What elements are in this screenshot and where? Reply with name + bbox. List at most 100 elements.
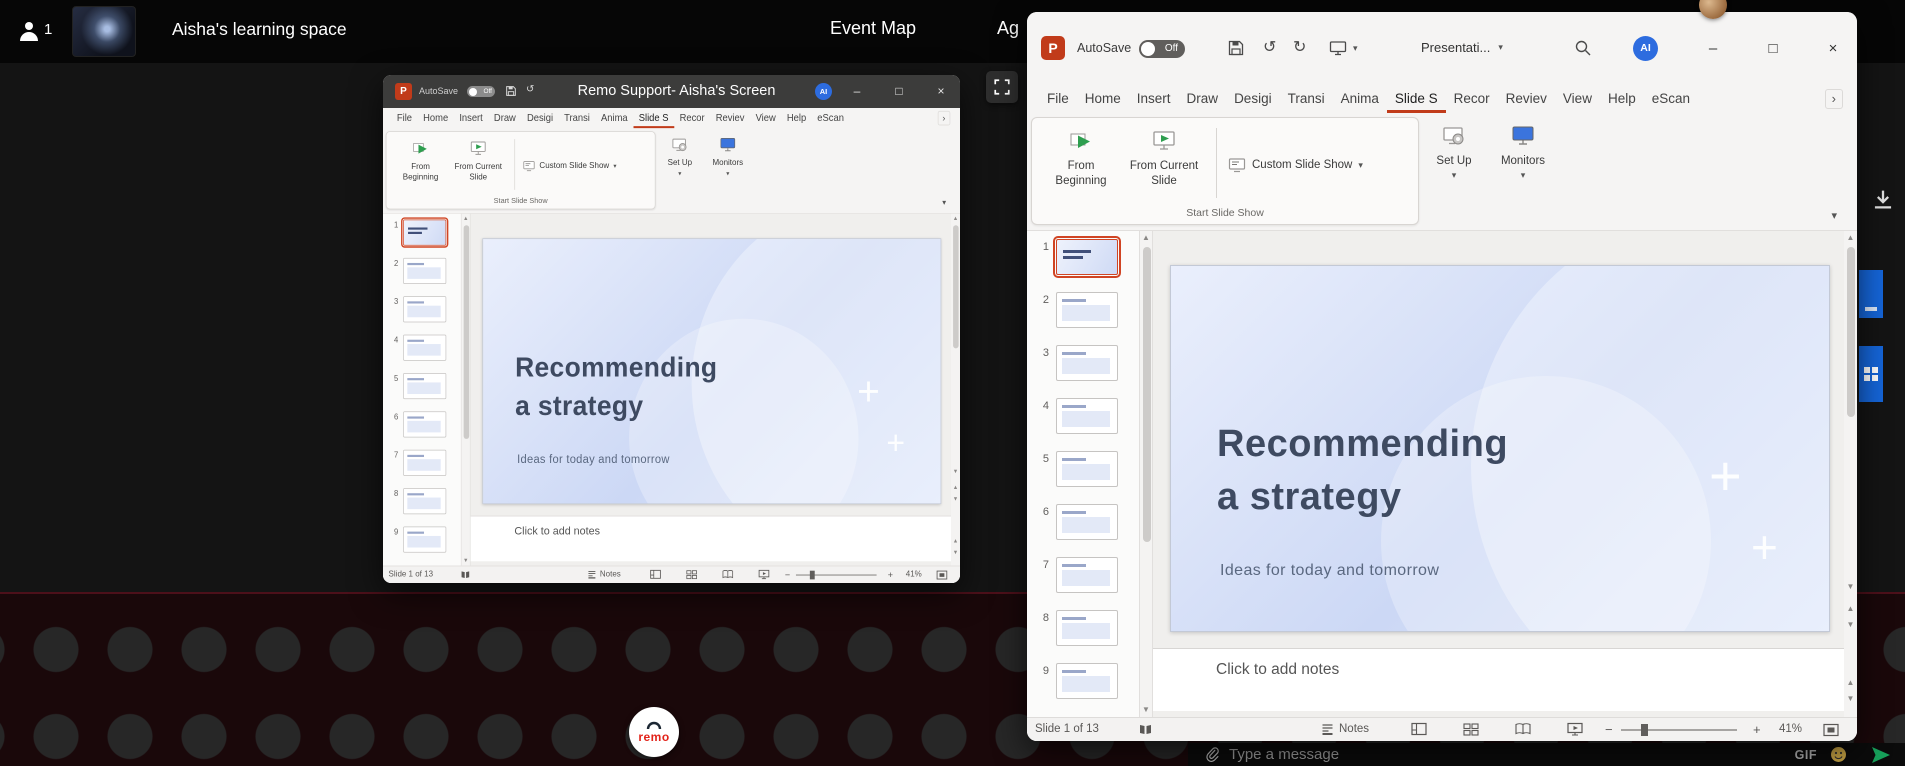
tab-escan[interactable]: eScan: [812, 108, 850, 128]
normal-view-button[interactable]: [650, 569, 661, 579]
undo-button[interactable]: ↺: [1263, 38, 1276, 58]
slide-thumbnail[interactable]: 8: [1027, 610, 1139, 660]
slide-subtitle[interactable]: Ideas for today and tomorrow: [517, 453, 669, 466]
save-icon[interactable]: [1227, 39, 1245, 57]
document-title[interactable]: Presentati... ▾: [1421, 40, 1503, 55]
tab-file[interactable]: File: [1039, 85, 1077, 113]
slide-scrollbar[interactable]: ▲ ▼ ▲ ▼ ▲ ▼: [1844, 231, 1857, 717]
tab-help[interactable]: Help: [1600, 85, 1644, 113]
monitors-button[interactable]: Monitors ▾: [706, 136, 750, 178]
slide-title[interactable]: Recommending a strategy: [1217, 418, 1508, 524]
nav-event-map[interactable]: Event Map: [830, 18, 916, 39]
tab-file[interactable]: File: [391, 108, 417, 128]
maximize-button[interactable]: □: [1749, 12, 1797, 85]
custom-slide-show-button[interactable]: Custom Slide Show ▾: [1228, 156, 1363, 174]
slide-thumbnail-image[interactable]: [1056, 504, 1118, 540]
slide-canvas[interactable]: + + Recommending a strategy Ideas for to…: [482, 238, 941, 504]
scroll-up-icon[interactable]: ▲: [1844, 232, 1857, 244]
fit-slide-to-window-button[interactable]: [1823, 723, 1839, 737]
slide-canvas[interactable]: + + Recommending a strategy Ideas for to…: [1170, 265, 1830, 632]
previous-slide-button[interactable]: ▲: [951, 483, 960, 492]
normal-view-button[interactable]: [1411, 722, 1427, 736]
slide-thumbnail[interactable]: 3: [1027, 345, 1139, 395]
collapse-ribbon-button[interactable]: ▾: [942, 198, 946, 207]
slide-thumbnail-image[interactable]: [1056, 663, 1118, 699]
close-button[interactable]: ×: [1809, 12, 1857, 85]
chevron-down-icon[interactable]: ▾: [1353, 43, 1358, 54]
powerpoint-app-icon[interactable]: P: [395, 83, 412, 100]
slide-thumbnail[interactable]: 8: [383, 488, 461, 524]
slide-thumbnail[interactable]: 1: [1027, 239, 1139, 289]
from-current-slide-button[interactable]: From Current Slide: [450, 139, 506, 183]
minimize-button[interactable]: –: [1689, 12, 1737, 85]
tab-review[interactable]: Reviev: [710, 108, 750, 128]
thumbnail-scrollbar[interactable]: ▲ ▼: [462, 214, 471, 566]
undo-button[interactable]: ↺: [526, 84, 534, 95]
tab-review[interactable]: Reviev: [1498, 85, 1555, 113]
slide-sorter-view-button[interactable]: [1463, 722, 1479, 736]
start-presentation-icon[interactable]: [1329, 39, 1347, 57]
zoom-out-button[interactable]: −: [1605, 722, 1613, 737]
tab-help[interactable]: Help: [781, 108, 811, 128]
slide-thumbnail-image[interactable]: [1056, 557, 1118, 593]
expand-screenshare-button[interactable]: [986, 71, 1018, 103]
slide-thumbnail-image[interactable]: [403, 373, 446, 399]
tab-transitions[interactable]: Transi: [559, 108, 596, 128]
slide-thumbnail[interactable]: 2: [383, 258, 461, 294]
tab-insert[interactable]: Insert: [1129, 85, 1179, 113]
slide-scrollbar[interactable]: ▲ ▼ ▲ ▼ ▲ ▼: [951, 214, 960, 566]
notes-toggle-button[interactable]: Notes: [1321, 723, 1369, 735]
scrollbar-thumb[interactable]: [463, 225, 469, 439]
tab-draw[interactable]: Draw: [488, 108, 521, 128]
slide-title[interactable]: Recommending a strategy: [515, 349, 717, 426]
slide-thumbnail[interactable]: 2: [1027, 292, 1139, 342]
tab-draw[interactable]: Draw: [1179, 85, 1227, 113]
tab-escan[interactable]: eScan: [1644, 85, 1698, 113]
redo-button[interactable]: ↻: [1293, 38, 1306, 58]
save-icon[interactable]: [505, 85, 517, 97]
participants-icon[interactable]: [20, 22, 38, 41]
tab-slide-show[interactable]: Slide S: [633, 108, 674, 128]
slide-thumbnail[interactable]: 4: [383, 335, 461, 371]
search-icon[interactable]: [1574, 39, 1592, 57]
docked-window-tile[interactable]: [1859, 270, 1883, 318]
scroll-up-icon[interactable]: ▲: [462, 214, 470, 223]
send-icon[interactable]: [1871, 746, 1891, 764]
zoom-out-button[interactable]: −: [785, 569, 790, 580]
slide-thumbnail-image[interactable]: [403, 411, 446, 437]
slide-thumbnail[interactable]: 1: [383, 220, 461, 256]
zoom-in-button[interactable]: +: [1753, 722, 1761, 737]
from-beginning-button[interactable]: From Beginning: [398, 139, 444, 183]
slide-thumbnail-image[interactable]: [403, 296, 446, 322]
emoji-icon[interactable]: [1830, 746, 1847, 763]
tab-home[interactable]: Home: [1077, 85, 1129, 113]
space-thumbnail-image[interactable]: [72, 6, 136, 57]
next-slide-button[interactable]: ▼: [1844, 619, 1857, 631]
scrollbar-thumb[interactable]: [953, 225, 959, 348]
zoom-slider[interactable]: [1621, 729, 1737, 731]
slide-thumbnail-image[interactable]: [1056, 292, 1118, 328]
autosave-toggle[interactable]: Off: [1139, 40, 1185, 58]
minimize-button[interactable]: –: [839, 75, 875, 108]
slide-sorter-view-button[interactable]: [686, 569, 697, 579]
slide-thumbnail[interactable]: 9: [383, 527, 461, 563]
zoom-in-button[interactable]: +: [888, 569, 893, 580]
accessibility-book-icon[interactable]: [461, 570, 470, 579]
slide-thumbnail[interactable]: 7: [1027, 557, 1139, 607]
reading-view-button[interactable]: [722, 569, 733, 579]
slide-thumbnail[interactable]: 4: [1027, 398, 1139, 448]
notes-toggle-button[interactable]: Notes: [587, 570, 620, 579]
tab-record[interactable]: Recor: [674, 108, 710, 128]
scroll-down-icon[interactable]: ▼: [462, 556, 470, 565]
scroll-up-icon[interactable]: ▲: [1140, 232, 1152, 244]
notes-scroll-up[interactable]: ▲: [951, 537, 960, 546]
notes-pane[interactable]: Click to add notes: [471, 516, 951, 562]
gif-button[interactable]: GIF: [1795, 748, 1817, 762]
scroll-up-icon[interactable]: ▲: [951, 214, 960, 223]
next-slide-button[interactable]: ▼: [951, 495, 960, 504]
notes-pane[interactable]: Click to add notes: [1153, 648, 1844, 711]
slide-thumbnail-image[interactable]: [1056, 451, 1118, 487]
tab-view[interactable]: View: [1555, 85, 1600, 113]
accessibility-book-icon[interactable]: [1139, 723, 1152, 735]
from-beginning-button[interactable]: From Beginning: [1048, 128, 1114, 189]
